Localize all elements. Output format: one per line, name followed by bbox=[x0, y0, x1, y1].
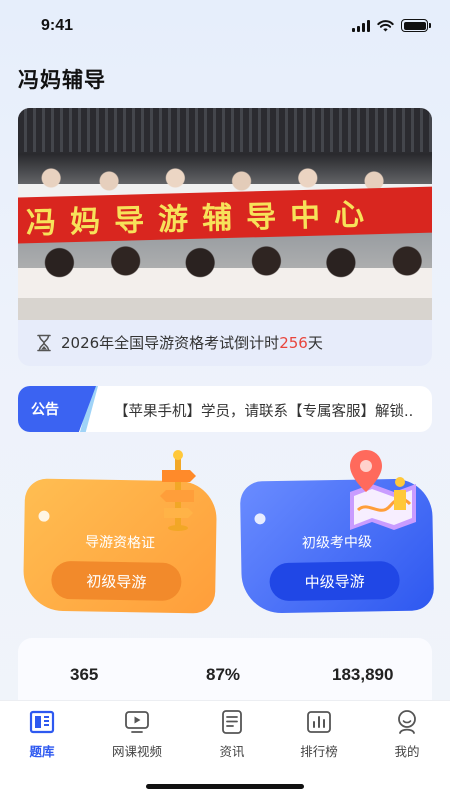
hourglass-icon bbox=[37, 334, 51, 351]
map-pin-icon bbox=[350, 450, 416, 530]
stat-value: 365 bbox=[70, 665, 99, 684]
tab-label: 排行榜 bbox=[300, 744, 338, 759]
profile-icon bbox=[398, 710, 416, 734]
banner-card[interactable]: 冯妈导游辅导中心 2026年全国导游资格考试倒计时256天 bbox=[18, 108, 432, 366]
signpost-icon bbox=[160, 450, 196, 531]
photo-banner-text: 冯妈导游辅导中心 bbox=[25, 197, 379, 242]
tab-label: 题库 bbox=[29, 744, 55, 759]
notice-bar[interactable]: 公告 【苹果手机】学员，请联系【专属客服】解锁.. bbox=[18, 386, 432, 432]
card-caption: 初级考中级 bbox=[301, 534, 373, 552]
exam-countdown: 2026年全国导游资格考试倒计时256天 bbox=[36, 332, 323, 353]
stat-value: 183,890 bbox=[332, 665, 394, 684]
countdown-suffix: 天 bbox=[307, 334, 323, 352]
tab-question-bank[interactable]: 题库 bbox=[7, 709, 77, 760]
tab-label: 我的 bbox=[394, 744, 420, 759]
tab-video-courses[interactable]: 网课视频 bbox=[102, 709, 172, 760]
tab-label: 网课视频 bbox=[111, 744, 162, 759]
status-bar: 9:41 bbox=[0, 0, 450, 52]
tab-profile[interactable]: 我的 bbox=[372, 709, 442, 760]
status-time: 9:41 bbox=[41, 17, 74, 34]
news-icon bbox=[222, 710, 242, 734]
intermediate-guide-button[interactable]: 中级导游 bbox=[269, 560, 400, 602]
countdown-days: 256 bbox=[279, 334, 308, 352]
ranking-icon bbox=[307, 711, 331, 733]
tab-ranking[interactable]: 排行榜 bbox=[284, 709, 354, 760]
junior-guide-button[interactable]: 初级导游 bbox=[51, 560, 182, 602]
photo-banner: 冯妈导游辅导中心 bbox=[18, 186, 432, 244]
wifi-icon bbox=[377, 19, 394, 31]
notice-text[interactable]: 【苹果手机】学员，请联系【专属客服】解锁.. bbox=[114, 400, 426, 421]
stat-value: 87% bbox=[206, 665, 241, 684]
question-bank-icon bbox=[29, 710, 55, 734]
home-indicator bbox=[146, 784, 304, 789]
battery-icon bbox=[401, 19, 431, 32]
tab-news[interactable]: 资讯 bbox=[197, 709, 267, 760]
cellular-signal-icon bbox=[352, 19, 370, 32]
page-title: 冯妈辅导 bbox=[18, 68, 106, 92]
group-photo: 冯妈导游辅导中心 bbox=[18, 108, 432, 320]
countdown-prefix: 2026年全国导游资格考试倒计时 bbox=[61, 334, 280, 352]
tab-label: 资讯 bbox=[219, 744, 245, 759]
status-icons bbox=[352, 19, 431, 32]
video-icon bbox=[125, 711, 149, 733]
card-caption: 导游资格证 bbox=[84, 534, 156, 552]
